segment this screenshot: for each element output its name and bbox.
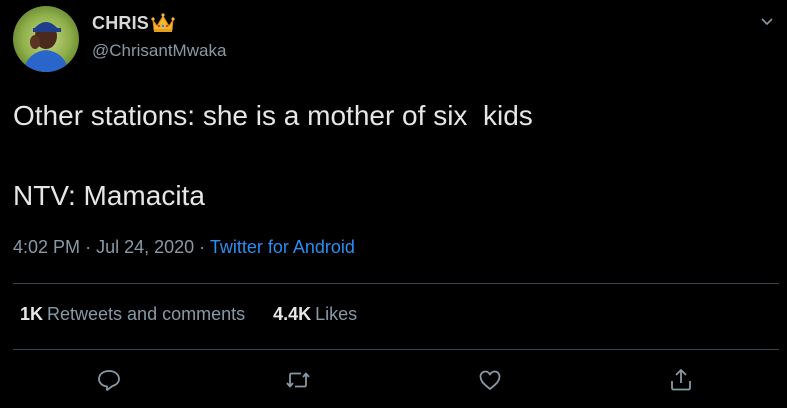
tweet-date[interactable]: Jul 24, 2020: [96, 237, 194, 257]
tweet-text-line-2: NTV: Mamacita: [13, 180, 205, 211]
likes-label: Likes: [315, 304, 358, 324]
divider: [13, 283, 779, 284]
meta-separator: ·: [199, 237, 206, 257]
likes-count: 4.4K: [273, 304, 312, 324]
retweet-icon[interactable]: [284, 366, 312, 394]
display-name[interactable]: CHRIS: [92, 13, 149, 34]
tweet-stats: 1K Retweets and comments 4.4K Likes: [20, 304, 357, 325]
avatar[interactable]: [13, 6, 79, 72]
retweets-label: Retweets and comments: [47, 304, 246, 324]
divider: [13, 349, 779, 350]
reply-icon[interactable]: [95, 366, 123, 394]
retweets-stat[interactable]: 1K Retweets and comments: [20, 304, 245, 325]
likes-stat[interactable]: 4.4K Likes: [273, 304, 357, 325]
tweet-meta: 4:02 PM · Jul 24, 2020 · Twitter for And…: [13, 237, 355, 258]
user-handle[interactable]: @ChrisantMwaka: [92, 41, 226, 61]
tweet-time[interactable]: 4:02 PM: [13, 237, 80, 257]
meta-separator: ·: [85, 237, 92, 257]
display-name-row: CHRIS: [92, 12, 175, 34]
crown-icon: [151, 12, 175, 34]
tweet-text-line-1: Other stations: she is a mother of six k…: [13, 100, 533, 131]
like-icon[interactable]: [476, 366, 504, 394]
tweet-source-link[interactable]: Twitter for Android: [210, 237, 355, 257]
share-icon[interactable]: [667, 366, 695, 394]
action-bar: [0, 366, 787, 398]
chevron-down-icon[interactable]: [759, 14, 775, 30]
retweets-count: 1K: [20, 304, 44, 324]
